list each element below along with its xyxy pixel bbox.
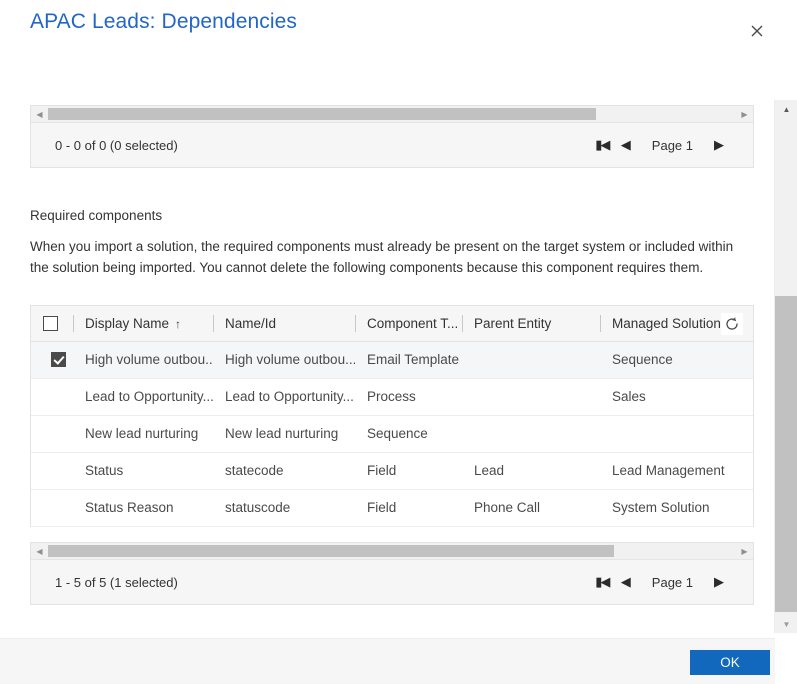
triangle-right-icon[interactable]: ▶ bbox=[737, 543, 752, 559]
required-components-description: When you import a solution, the required… bbox=[30, 239, 734, 275]
page-prev-icon[interactable]: ◀ bbox=[614, 131, 638, 159]
cell-parent-entity bbox=[462, 341, 600, 379]
cell-component-type: Email Template bbox=[355, 341, 462, 379]
cell-component-type: Field bbox=[355, 452, 462, 490]
cell-managed-solution: System Solution bbox=[600, 489, 753, 527]
bottom-grid-panel: ◀ ▶ 1 - 5 of 5 (1 selected) ▮◀ ◀ Page 1 … bbox=[30, 542, 754, 605]
bottom-grid-scroll-thumb[interactable] bbox=[48, 545, 614, 557]
cell-display-name: New lead nurturing bbox=[73, 415, 213, 453]
column-header-name-id[interactable]: Name/Id bbox=[213, 306, 355, 342]
bottom-grid-page-label: Page 1 bbox=[651, 574, 693, 590]
triangle-left-icon[interactable]: ◀ bbox=[32, 106, 47, 122]
dialog-vertical-scrollbar[interactable]: ▲ ▼ bbox=[774, 100, 797, 633]
top-grid-pager: 0 - 0 of 0 (0 selected) ▮◀ ◀ Page 1 ▶ bbox=[31, 123, 753, 167]
column-header-display-name[interactable]: Display Name ↑ bbox=[73, 306, 213, 342]
top-grid-panel: ◀ ▶ 0 - 0 of 0 (0 selected) ▮◀ ◀ Page 1 … bbox=[30, 105, 754, 168]
page-first-icon[interactable]: ▮◀ bbox=[590, 568, 614, 596]
table-row[interactable]: High volume outbou... High volume outbou… bbox=[31, 341, 753, 379]
triangle-up-icon[interactable]: ▲ bbox=[775, 100, 797, 118]
required-components-table: Display Name ↑ Name/Id Component T... Par… bbox=[30, 305, 754, 527]
row-select-cell[interactable] bbox=[31, 378, 73, 416]
row-select-cell[interactable] bbox=[31, 489, 73, 527]
cell-component-type: Sequence bbox=[355, 415, 462, 453]
bottom-grid-pager: 1 - 5 of 5 (1 selected) ▮◀ ◀ Page 1 ▶ bbox=[31, 560, 753, 604]
triangle-right-icon[interactable]: ▶ bbox=[737, 106, 752, 122]
cell-name-id: Lead to Opportunity... bbox=[213, 378, 355, 416]
cell-managed-solution bbox=[600, 415, 753, 453]
top-grid-horizontal-scrollbar[interactable]: ◀ ▶ bbox=[31, 106, 753, 123]
select-all-header[interactable] bbox=[31, 306, 73, 342]
page-title: APAC Leads: Dependencies bbox=[30, 10, 298, 33]
table-row[interactable]: Lead to Opportunity... Lead to Opportuni… bbox=[31, 378, 753, 416]
top-grid-pager-controls: ▮◀ ◀ Page 1 ▶ bbox=[590, 131, 731, 159]
cell-component-type: Field bbox=[355, 489, 462, 527]
refresh-spinner-icon[interactable] bbox=[721, 313, 743, 335]
cell-managed-solution: Sales bbox=[600, 378, 753, 416]
table-row[interactable]: Status statecode Field Lead Lead Managem… bbox=[31, 452, 753, 490]
row-checkbox[interactable] bbox=[50, 352, 66, 368]
cell-name-id: statecode bbox=[213, 452, 355, 490]
column-header-parent-entity[interactable]: Parent Entity bbox=[462, 306, 600, 342]
cell-name-id: statuscode bbox=[213, 489, 355, 527]
bottom-grid-record-count: 1 - 5 of 5 (1 selected) bbox=[55, 574, 178, 590]
top-grid-page-label: Page 1 bbox=[651, 137, 693, 153]
row-select-cell[interactable] bbox=[31, 452, 73, 490]
cell-managed-solution: Lead Management bbox=[600, 452, 753, 490]
cell-name-id: High volume outbou... bbox=[213, 341, 355, 379]
cell-display-name: Status Reason bbox=[73, 489, 213, 527]
cell-parent-entity: Phone Call bbox=[462, 489, 600, 527]
table-body: High volume outbou... High volume outbou… bbox=[31, 341, 753, 527]
ok-button[interactable]: OK bbox=[690, 650, 770, 675]
cell-display-name: Status bbox=[73, 452, 213, 490]
row-select-cell[interactable] bbox=[31, 341, 73, 379]
page-first-icon[interactable]: ▮◀ bbox=[590, 131, 614, 159]
cell-display-name: Lead to Opportunity... bbox=[73, 378, 213, 416]
cell-parent-entity: Lead bbox=[462, 452, 600, 490]
sort-ascending-icon: ↑ bbox=[175, 316, 182, 331]
triangle-down-icon[interactable]: ▼ bbox=[775, 615, 797, 633]
close-icon[interactable] bbox=[744, 18, 770, 44]
top-grid-scroll-thumb[interactable] bbox=[48, 108, 596, 120]
bottom-grid-horizontal-scrollbar[interactable]: ◀ ▶ bbox=[31, 543, 753, 560]
page-prev-icon[interactable]: ◀ bbox=[614, 568, 638, 596]
table-row[interactable]: Status Reason statuscode Field Phone Cal… bbox=[31, 489, 753, 527]
page-next-icon[interactable]: ▶ bbox=[707, 131, 731, 159]
cell-name-id: New lead nurturing bbox=[213, 415, 355, 453]
table-header-row: Display Name ↑ Name/Id Component T... Par… bbox=[31, 306, 753, 342]
dependencies-dialog: APAC Leads: Dependencies ◀ ▶ 0 - 0 of 0 … bbox=[0, 0, 797, 684]
dialog-footer: OK bbox=[0, 638, 775, 684]
cell-display-name: High volume outbou... bbox=[73, 341, 213, 379]
column-header-managed-solution[interactable]: Managed Solution bbox=[600, 306, 753, 342]
required-components-heading: Required components bbox=[30, 208, 163, 223]
bottom-grid-pager-controls: ▮◀ ◀ Page 1 ▶ bbox=[590, 568, 731, 596]
vertical-scroll-thumb[interactable] bbox=[775, 296, 797, 612]
row-select-cell[interactable] bbox=[31, 415, 73, 453]
top-grid-record-count: 0 - 0 of 0 (0 selected) bbox=[55, 137, 178, 153]
cell-parent-entity bbox=[462, 415, 600, 453]
cell-parent-entity bbox=[462, 378, 600, 416]
cell-component-type: Process bbox=[355, 378, 462, 416]
triangle-left-icon[interactable]: ◀ bbox=[32, 543, 47, 559]
select-all-checkbox[interactable] bbox=[43, 316, 58, 332]
cell-managed-solution: Sequence bbox=[600, 341, 753, 379]
page-next-icon[interactable]: ▶ bbox=[707, 568, 731, 596]
table-row[interactable]: New lead nurturing New lead nurturing Se… bbox=[31, 415, 753, 453]
column-header-component-type[interactable]: Component T... bbox=[355, 306, 462, 342]
